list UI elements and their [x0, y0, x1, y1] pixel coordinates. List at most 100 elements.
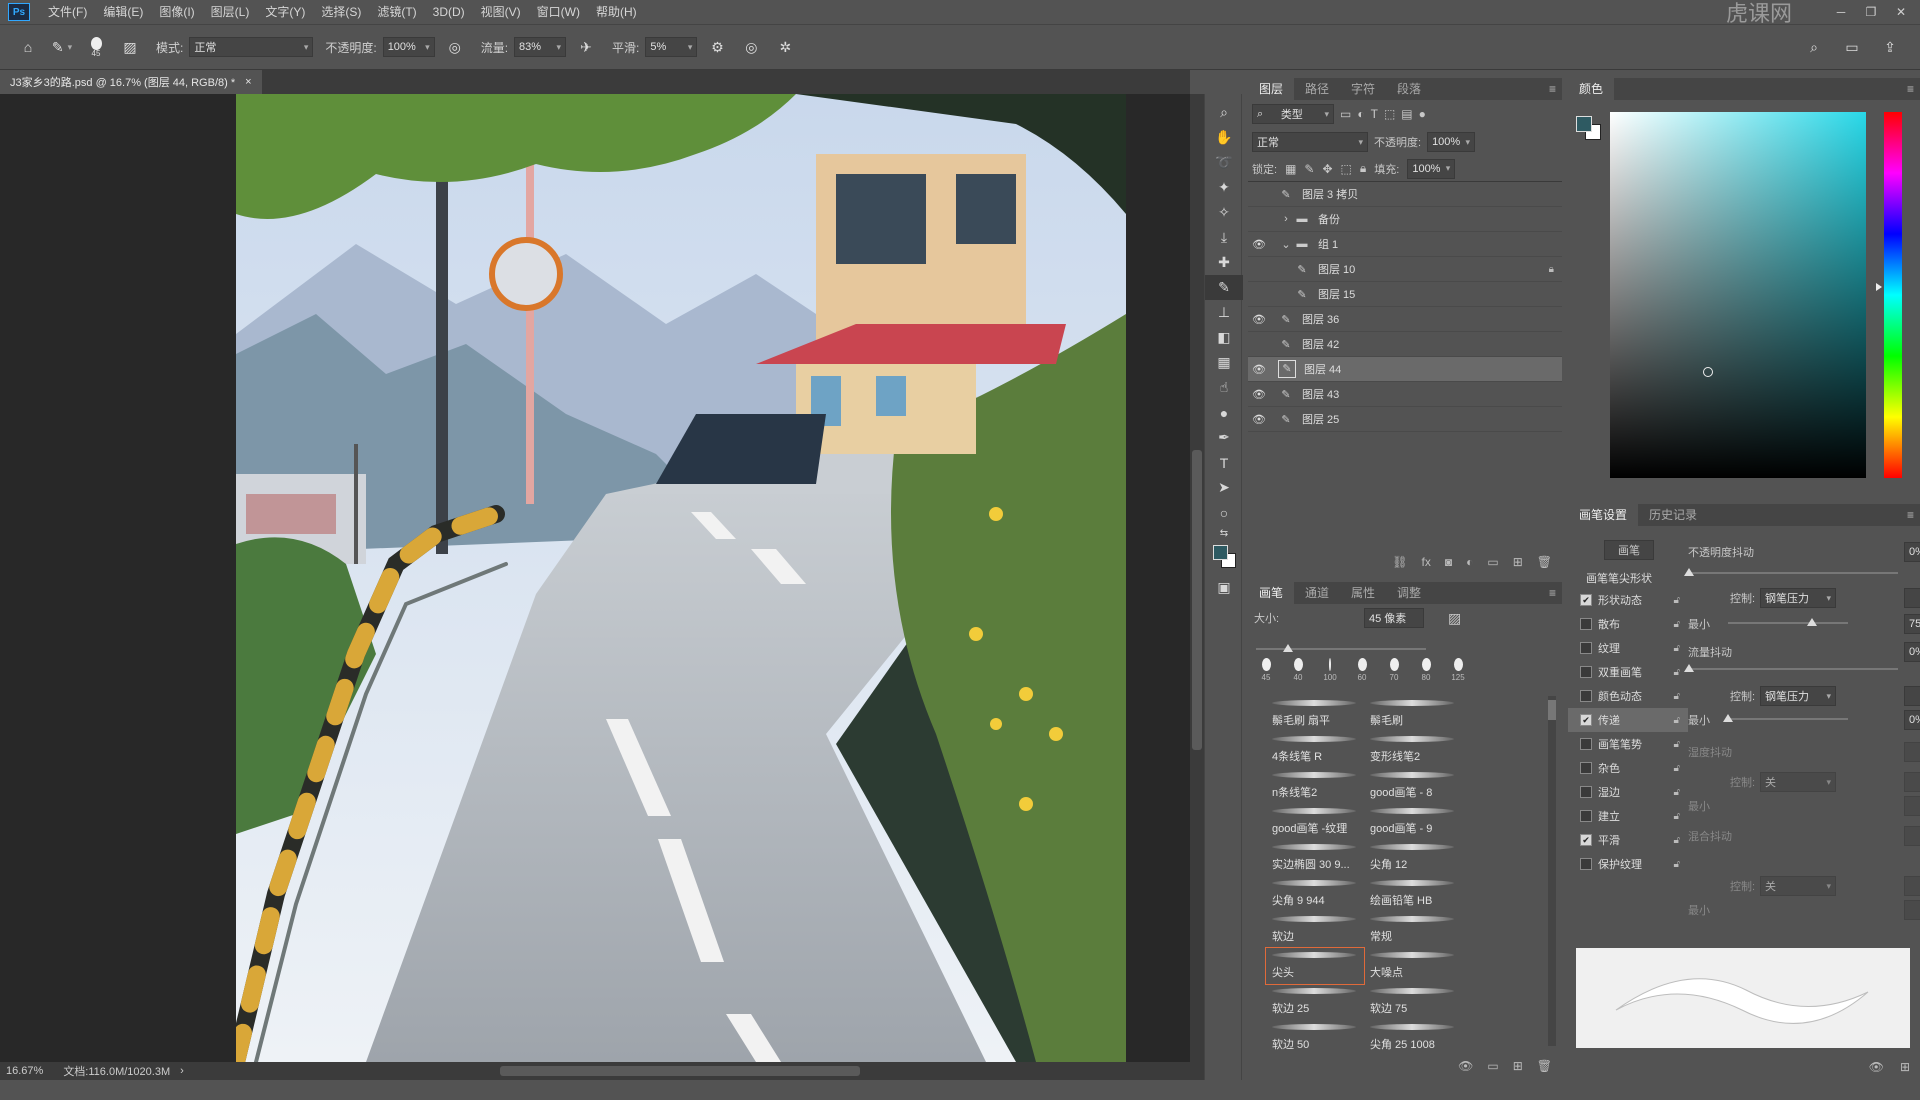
brush-option-label[interactable]: 湿边 — [1598, 784, 1620, 800]
visibility-eye-icon[interactable]: 👁︎ — [1248, 388, 1270, 401]
brush-option-label[interactable]: 形状动态 — [1598, 592, 1642, 608]
brush-item[interactable]: 鬃毛刷 扇平 — [1266, 696, 1364, 732]
color-panel-fg-swatch[interactable] — [1576, 116, 1592, 132]
checkbox[interactable]: ✔ — [1580, 834, 1592, 846]
brush-option-row[interactable]: 散布 🔓︎ — [1568, 612, 1688, 636]
layer-name[interactable]: 图层 25 — [1302, 411, 1339, 427]
menu-item-4[interactable]: 文字(Y) — [257, 0, 313, 24]
smudge-tool-icon[interactable]: ☝ — [1205, 375, 1243, 400]
vertical-scroll-thumb[interactable] — [1192, 450, 1202, 750]
menu-item-10[interactable]: 帮助(H) — [588, 0, 645, 24]
close-tab-icon[interactable]: × — [245, 76, 251, 88]
brush-preset-4[interactable]: 70 — [1382, 658, 1406, 682]
visibility-eye-icon[interactable]: 👁︎ — [1248, 213, 1270, 226]
brush-size-slider[interactable] — [1256, 648, 1426, 650]
control2-select[interactable]: 钢笔压力 ▾ — [1760, 686, 1836, 706]
menu-item-0[interactable]: 文件(F) — [40, 0, 95, 24]
brush-option-label[interactable]: 画笔笔势 — [1598, 736, 1642, 752]
brush-item[interactable]: 尖角 12 — [1364, 840, 1462, 876]
brush-size-field[interactable]: 45 像素 — [1364, 608, 1424, 628]
foreground-color-swatch[interactable] — [1213, 545, 1228, 560]
checkbox[interactable] — [1580, 666, 1592, 678]
brush-item[interactable]: 软边 — [1266, 912, 1364, 948]
brush-item[interactable]: 鬃毛刷 — [1364, 696, 1462, 732]
tab-color[interactable]: 颜色 — [1568, 78, 1615, 100]
lock-pixels-icon[interactable]: ✎ — [1304, 162, 1314, 176]
layer-opacity-field[interactable]: 100% ▾ — [1427, 132, 1476, 152]
new-group-icon[interactable]: ▭ — [1487, 555, 1498, 569]
horizontal-scroll-thumb[interactable] — [500, 1066, 860, 1076]
lock-icon[interactable]: 🔓︎ — [1674, 643, 1680, 654]
control4-select[interactable]: 关 ▾ — [1760, 876, 1836, 896]
lock-position-icon[interactable]: ✥ — [1322, 162, 1332, 176]
brush-item[interactable]: 实边椭圆 30 9... — [1266, 840, 1364, 876]
close-window-icon[interactable]: ✕ — [1890, 5, 1912, 19]
chevron-down-icon[interactable]: ⌄ — [1278, 238, 1294, 251]
layer-mask-icon[interactable]: ◙ — [1445, 555, 1452, 569]
opacity-jitter-field[interactable]: 0% — [1904, 542, 1920, 562]
new-brush-group-icon[interactable]: ▭ — [1487, 1059, 1498, 1073]
new-brush-preset-icon[interactable]: ⊞ — [1900, 1060, 1910, 1074]
chevron-right-icon[interactable]: › — [1278, 213, 1294, 225]
brush-option-row[interactable]: 画笔笔势 🔓︎ — [1568, 732, 1688, 756]
filter-pixel-icon[interactable]: ▭ — [1340, 107, 1351, 121]
brush-option-label[interactable]: 纹理 — [1598, 640, 1620, 656]
min4-field[interactable] — [1904, 900, 1920, 920]
layer-style-icon[interactable]: fx — [1422, 555, 1431, 569]
checkbox[interactable]: ✔ — [1580, 594, 1592, 606]
hue-slider-marker[interactable] — [1876, 283, 1882, 291]
layer-row[interactable]: 👁︎ ›▬ 备份 — [1248, 207, 1562, 232]
menu-item-7[interactable]: 3D(D) — [425, 0, 473, 24]
brush-item[interactable]: good画笔 - 9 — [1364, 804, 1462, 840]
layer-name[interactable]: 图层 15 — [1318, 286, 1355, 302]
layer-row[interactable]: 👁︎ ✎ 图层 36 — [1248, 307, 1562, 332]
menu-item-3[interactable]: 图层(L) — [203, 0, 258, 24]
min-slider-thumb[interactable] — [1807, 618, 1817, 626]
lock-icon[interactable]: 🔓︎ — [1674, 691, 1680, 702]
lock-icon[interactable]: 🔓︎ — [1674, 835, 1680, 846]
doc-info[interactable]: 文档:116.0M/1020.3M — [53, 1063, 180, 1079]
brush-item[interactable]: 尖角 25 1008 — [1364, 1020, 1462, 1056]
brush-list-scrollbar[interactable] — [1548, 696, 1556, 1046]
canvas-area[interactable] — [0, 94, 1190, 1062]
menu-item-2[interactable]: 图像(I) — [151, 0, 202, 24]
restore-icon[interactable]: ❐ — [1860, 5, 1882, 19]
layer-name[interactable]: 图层 36 — [1302, 311, 1339, 327]
visibility-eye-icon[interactable]: 👁︎ — [1248, 313, 1270, 326]
control4-extra-field[interactable] — [1904, 876, 1920, 896]
eyedropper-icon[interactable]: ⤓ — [1205, 225, 1243, 250]
brush-option-label[interactable]: 杂色 — [1598, 760, 1620, 776]
airbrush-icon[interactable]: ✈ — [572, 33, 600, 61]
brush-tool-icon[interactable]: ✎ — [1205, 275, 1243, 300]
checkbox[interactable] — [1580, 618, 1592, 630]
tab-adjustments[interactable]: 调整 — [1386, 582, 1432, 604]
flow-jitter-slider-thumb[interactable] — [1684, 664, 1694, 672]
brush-item[interactable]: 4条线笔 R — [1266, 732, 1364, 768]
wet-jitter-field[interactable] — [1904, 742, 1920, 762]
brush-option-row[interactable]: 杂色 🔓︎ — [1568, 756, 1688, 780]
layer-row[interactable]: 👁︎ ✎ 图层 44 — [1248, 357, 1562, 382]
brush-option-row[interactable]: ✔ 形状动态 🔓︎ — [1568, 588, 1688, 612]
hand-tool-icon[interactable]: ✋ — [1205, 125, 1243, 150]
min-field[interactable]: 75% — [1904, 614, 1920, 634]
lock-icon[interactable]: 🔓︎ — [1674, 763, 1680, 774]
filter-shape-icon[interactable]: ⬚ — [1384, 107, 1395, 121]
min2-slider[interactable] — [1728, 718, 1848, 720]
quick-selection-icon[interactable]: ✧ — [1205, 200, 1243, 225]
zoom-tool-icon[interactable]: ⌕ — [1205, 100, 1243, 125]
brush-item[interactable]: 常规 — [1364, 912, 1462, 948]
brush-preset-2[interactable]: 100 — [1318, 658, 1342, 682]
menu-item-5[interactable]: 选择(S) — [313, 0, 369, 24]
brush-option-row[interactable]: 保护纹理 🔓︎ — [1568, 852, 1688, 876]
tab-layers[interactable]: 图层 — [1248, 78, 1295, 100]
hue-slider[interactable] — [1884, 112, 1902, 478]
brush-item[interactable]: n条线笔2 — [1266, 768, 1364, 804]
layer-row[interactable]: 👁︎ ✎ 图层 10 🔒︎ — [1248, 257, 1562, 282]
color-swatches[interactable] — [1205, 541, 1243, 575]
checkbox[interactable] — [1580, 858, 1592, 870]
panel-menu-icon[interactable]: ≡ — [1549, 586, 1556, 600]
tab-character[interactable]: 字符 — [1340, 78, 1386, 100]
color-picker-ring[interactable] — [1703, 367, 1713, 377]
type-tool-icon[interactable]: T — [1205, 450, 1243, 475]
magic-wand-icon[interactable]: ✦ — [1205, 175, 1243, 200]
